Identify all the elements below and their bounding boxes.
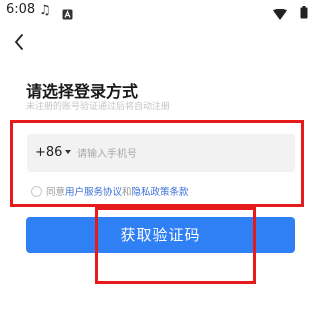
- battery-icon: [300, 4, 308, 23]
- page-subtitle: 未注册的账号验证通过后将自动注册: [26, 102, 171, 112]
- agreement-conjunction: 和: [122, 187, 132, 198]
- user-agreement-link[interactable]: 用户服务协议: [65, 187, 122, 198]
- phone-input[interactable]: [75, 140, 289, 168]
- chevron-left-icon: [14, 34, 23, 50]
- a-square-icon: [62, 5, 73, 24]
- caret-down-icon: [65, 149, 72, 154]
- privacy-policy-link[interactable]: 隐私政策条款: [132, 187, 189, 198]
- music-note-icon: ♫: [39, 3, 51, 18]
- status-bar: 6:08 ♫: [0, 0, 320, 22]
- back-button[interactable]: [10, 32, 30, 52]
- country-code-label: +86: [35, 145, 63, 160]
- status-time: 6:08: [6, 2, 36, 17]
- country-code-selector[interactable]: +86: [35, 145, 72, 160]
- agreement-checkbox[interactable]: [31, 186, 42, 197]
- wifi-icon: [273, 5, 287, 24]
- agreement-row: 同意用户服务协议和隐私政策条款: [31, 184, 189, 198]
- agreement-prefix: 同意: [46, 187, 66, 198]
- get-code-button[interactable]: 获取验证码: [26, 217, 295, 253]
- phone-row: +86: [27, 134, 295, 172]
